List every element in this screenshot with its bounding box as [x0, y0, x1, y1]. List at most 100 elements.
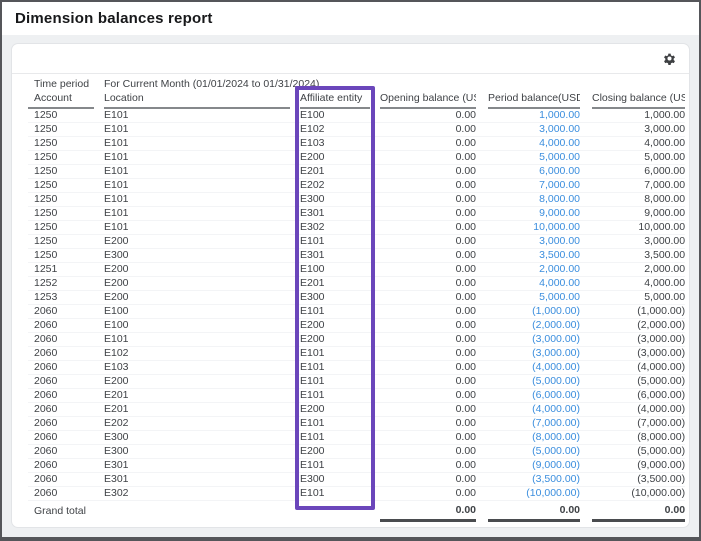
cell-period-balance[interactable]: (4,000.00) — [488, 403, 580, 417]
period-balance-link[interactable]: 4,000.00 — [539, 277, 580, 289]
cell-period-balance[interactable]: 6,000.00 — [488, 165, 580, 179]
cell-opening-balance: 0.00 — [380, 389, 476, 403]
cell-period-balance[interactable]: (8,000.00) — [488, 431, 580, 445]
cell-opening-balance: 0.00 — [380, 347, 476, 361]
cell-closing-balance: (4,000.00) — [592, 361, 685, 375]
cell-period-balance[interactable]: 4,000.00 — [488, 137, 580, 151]
cell-period-balance[interactable]: 9,000.00 — [488, 207, 580, 221]
cell-affiliate-entity: E101 — [300, 431, 370, 445]
cell-period-balance[interactable]: (1,000.00) — [488, 305, 580, 319]
period-balance-link[interactable]: (3,500.00) — [532, 473, 580, 485]
period-balance-link[interactable]: 5,000.00 — [539, 151, 580, 163]
cell-opening-balance: 0.00 — [380, 193, 476, 207]
table-row: 2060E302E1010.00(10,000.00)(10,000.00) — [28, 487, 685, 501]
period-balance-link[interactable]: 3,000.00 — [539, 123, 580, 135]
cell-affiliate-entity: E201 — [300, 277, 370, 291]
cell-period-balance[interactable]: (7,000.00) — [488, 417, 580, 431]
cell-period-balance[interactable]: 5,000.00 — [488, 151, 580, 165]
cell-period-balance[interactable]: (6,000.00) — [488, 389, 580, 403]
period-balance-link[interactable]: (7,000.00) — [532, 417, 580, 429]
cell-period-balance[interactable]: 3,000.00 — [488, 123, 580, 137]
period-balance-link[interactable]: 1,000.00 — [539, 109, 580, 121]
cell-period-balance[interactable]: 1,000.00 — [488, 108, 580, 123]
report-table-area: Time period For Current Month (01/01/202… — [28, 77, 683, 522]
cell-period-balance[interactable]: 3,500.00 — [488, 249, 580, 263]
cell-period-balance[interactable]: 5,000.00 — [488, 291, 580, 305]
table-row: 2060E200E1010.00(5,000.00)(5,000.00) — [28, 375, 685, 389]
cell-account: 2060 — [28, 403, 94, 417]
table-row: 2060E201E2000.00(4,000.00)(4,000.00) — [28, 403, 685, 417]
table-row: 2060E202E1010.00(7,000.00)(7,000.00) — [28, 417, 685, 431]
cell-location: E101 — [104, 179, 290, 193]
period-balance-link[interactable]: (6,000.00) — [532, 389, 580, 401]
report-toolbar — [12, 44, 689, 74]
period-balance-link[interactable]: 9,000.00 — [539, 207, 580, 219]
cell-closing-balance: (8,000.00) — [592, 431, 685, 445]
period-balance-link[interactable]: (4,000.00) — [532, 403, 580, 415]
period-balance-link[interactable]: 3,000.00 — [539, 235, 580, 247]
cell-closing-balance: (3,000.00) — [592, 347, 685, 361]
cell-location: E300 — [104, 431, 290, 445]
cell-period-balance[interactable]: 4,000.00 — [488, 277, 580, 291]
cell-closing-balance: 9,000.00 — [592, 207, 685, 221]
cell-affiliate-entity: E200 — [300, 403, 370, 417]
period-balance-link[interactable]: (10,000.00) — [526, 487, 580, 499]
cell-period-balance[interactable]: (5,000.00) — [488, 445, 580, 459]
period-balance-link[interactable]: (2,000.00) — [532, 319, 580, 331]
cell-opening-balance: 0.00 — [380, 277, 476, 291]
cell-period-balance[interactable]: (10,000.00) — [488, 487, 580, 501]
period-balance-link[interactable]: 2,000.00 — [539, 263, 580, 275]
period-balance-link[interactable]: 4,000.00 — [539, 137, 580, 149]
cell-affiliate-entity: E302 — [300, 221, 370, 235]
cell-period-balance[interactable]: 8,000.00 — [488, 193, 580, 207]
column-header-period-balance: Period balance(USD) — [488, 92, 580, 108]
page-header: Dimension balances report — [2, 2, 699, 35]
period-balance-link[interactable]: 10,000.00 — [533, 221, 580, 233]
cell-opening-balance: 0.00 — [380, 417, 476, 431]
cell-closing-balance: 4,000.00 — [592, 277, 685, 291]
cell-opening-balance: 0.00 — [380, 221, 476, 235]
cell-period-balance[interactable]: (3,000.00) — [488, 333, 580, 347]
cell-location: E101 — [104, 193, 290, 207]
cell-account: 1251 — [28, 263, 94, 277]
table-row: 1251E200E1000.002,000.002,000.00 — [28, 263, 685, 277]
cell-opening-balance: 0.00 — [380, 235, 476, 249]
cell-affiliate-entity: E101 — [300, 235, 370, 249]
period-balance-link[interactable]: (5,000.00) — [532, 375, 580, 387]
period-balance-link[interactable]: (1,000.00) — [532, 305, 580, 317]
cell-opening-balance: 0.00 — [380, 375, 476, 389]
cell-period-balance[interactable]: (3,000.00) — [488, 347, 580, 361]
cell-opening-balance: 0.00 — [380, 319, 476, 333]
cell-account: 2060 — [28, 305, 94, 319]
period-balance-link[interactable]: (8,000.00) — [532, 431, 580, 443]
period-balance-link[interactable]: 7,000.00 — [539, 179, 580, 191]
period-balance-link[interactable]: 8,000.00 — [539, 193, 580, 205]
cell-opening-balance: 0.00 — [380, 459, 476, 473]
table-row: 1250E101E1000.001,000.001,000.00 — [28, 108, 685, 123]
cell-period-balance[interactable]: 2,000.00 — [488, 263, 580, 277]
table-row: 1250E101E2000.005,000.005,000.00 — [28, 151, 685, 165]
period-balance-link[interactable]: 5,000.00 — [539, 291, 580, 303]
cell-period-balance[interactable]: 10,000.00 — [488, 221, 580, 235]
cell-period-balance[interactable]: 7,000.00 — [488, 179, 580, 193]
cell-account: 2060 — [28, 333, 94, 347]
cell-closing-balance: (3,000.00) — [592, 333, 685, 347]
settings-gear-button[interactable] — [662, 52, 677, 67]
cell-period-balance[interactable]: 3,000.00 — [488, 235, 580, 249]
period-balance-link[interactable]: 3,500.00 — [539, 249, 580, 261]
cell-closing-balance: 10,000.00 — [592, 221, 685, 235]
cell-location: E103 — [104, 361, 290, 375]
cell-location: E101 — [104, 137, 290, 151]
cell-period-balance[interactable]: (2,000.00) — [488, 319, 580, 333]
cell-period-balance[interactable]: (9,000.00) — [488, 459, 580, 473]
period-balance-link[interactable]: (4,000.00) — [532, 361, 580, 373]
period-balance-link[interactable]: (9,000.00) — [532, 459, 580, 471]
period-balance-link[interactable]: 6,000.00 — [539, 165, 580, 177]
table-row: 1250E101E2020.007,000.007,000.00 — [28, 179, 685, 193]
period-balance-link[interactable]: (3,000.00) — [532, 333, 580, 345]
cell-period-balance[interactable]: (5,000.00) — [488, 375, 580, 389]
cell-period-balance[interactable]: (3,500.00) — [488, 473, 580, 487]
period-balance-link[interactable]: (5,000.00) — [532, 445, 580, 457]
period-balance-link[interactable]: (3,000.00) — [532, 347, 580, 359]
cell-period-balance[interactable]: (4,000.00) — [488, 361, 580, 375]
